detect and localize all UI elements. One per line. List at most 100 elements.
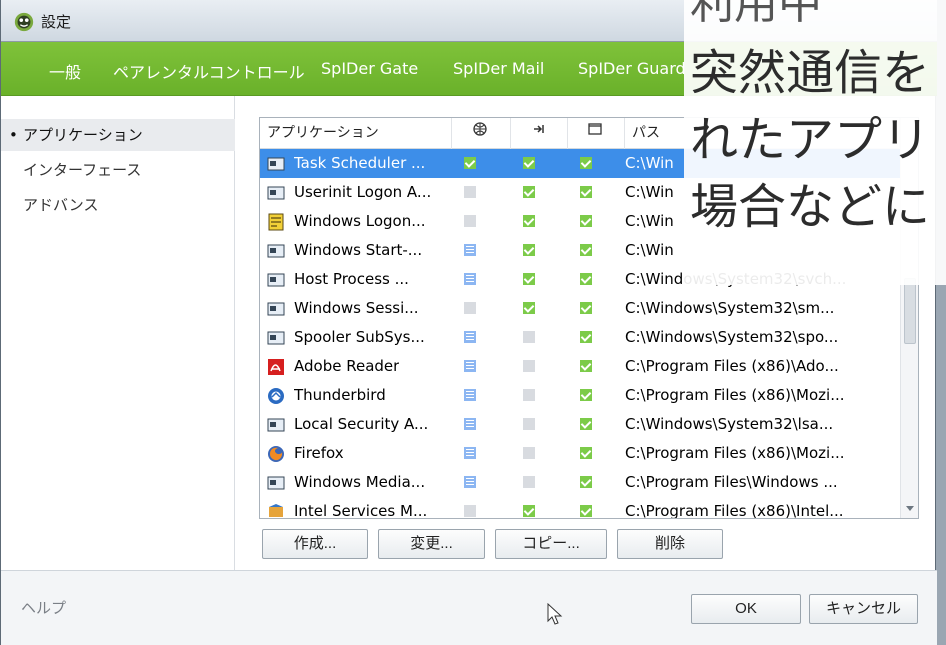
window-permission-checkbox[interactable] [580, 505, 592, 517]
window-permission-checkbox[interactable] [580, 157, 592, 169]
window-permission-checkbox[interactable] [580, 244, 592, 256]
table-row[interactable]: Windows Media... C:\Program Files\Window… [260, 468, 900, 497]
ok-button[interactable]: OK [691, 594, 801, 624]
inbound-permission-checkbox[interactable] [523, 186, 535, 198]
inbound-permission-checkbox[interactable] [523, 302, 535, 314]
screen: 設定 一般 ペアレンタルコントロール SpIDer Gate SpIDer Ma… [0, 0, 946, 645]
window-permission-checkbox[interactable] [580, 418, 592, 430]
overlay-line: 突然通信を [690, 45, 931, 101]
window-permission-checkbox[interactable] [580, 331, 592, 343]
inbound-permission-checkbox[interactable] [523, 244, 535, 256]
window-icon [588, 123, 602, 135]
slide-text-overlay: 利用中 突然通信を れたアプリ 場合などに [684, 0, 946, 285]
copy-button[interactable]: コピー... [495, 529, 607, 559]
table-row[interactable]: Thunderbird C:\Program Files (x86)\Mozi.… [260, 381, 900, 410]
window-permission-checkbox[interactable] [580, 389, 592, 401]
app-path-cell: C:\Windows\System32\lsa... [625, 415, 834, 433]
table-row[interactable]: Windows Sessi... C:\Windows\System32\sm.… [260, 294, 900, 323]
network-rule-list-icon[interactable] [464, 418, 476, 430]
window-app-icon [267, 302, 285, 315]
inbound-permission-checkbox[interactable] [523, 447, 535, 459]
scrollbar-thumb[interactable] [904, 278, 916, 344]
menu-spider-gate[interactable]: SpIDer Gate [321, 59, 418, 78]
sidebar-item-advanced[interactable]: アドバンス [1, 189, 235, 221]
create-button[interactable]: 作成... [262, 529, 368, 559]
column-header-application[interactable]: アプリケーション [260, 118, 452, 149]
network-permission-checkbox[interactable] [464, 157, 476, 169]
app-name-cell: Spooler SubSys... [266, 323, 456, 352]
window-permission-checkbox[interactable] [580, 186, 592, 198]
network-rule-list-icon[interactable] [464, 244, 476, 256]
network-permission-checkbox[interactable] [464, 186, 476, 198]
table-row[interactable]: Adobe Reader C:\Program Files (x86)\Ado.… [260, 352, 900, 381]
inbound-permission-checkbox[interactable] [523, 418, 535, 430]
inbound-permission-checkbox[interactable] [523, 476, 535, 488]
network-permission-checkbox[interactable] [464, 505, 476, 517]
window-permission-checkbox[interactable] [580, 302, 592, 314]
sidebar-item-label: アプリケーション [23, 126, 143, 144]
network-rule-list-icon[interactable] [464, 476, 476, 488]
table-row[interactable]: Local Security A... C:\Windows\System32\… [260, 410, 900, 439]
delete-button[interactable]: 削除 [617, 529, 723, 559]
inbound-permission-checkbox[interactable] [523, 505, 535, 517]
window-permission-checkbox[interactable] [580, 447, 592, 459]
thunderbird-icon [268, 387, 284, 404]
inbound-permission-checkbox[interactable] [523, 331, 535, 343]
network-rule-list-icon[interactable] [464, 331, 476, 343]
app-name-cell: Host Process ... [266, 265, 456, 294]
window-permission-checkbox[interactable] [580, 273, 592, 285]
menu-spider-mail[interactable]: SpIDer Mail [453, 59, 544, 78]
window-app-icon [267, 157, 285, 170]
app-name-cell: Windows Sessi... [266, 294, 456, 323]
sidebar-item-label: アドバンス [23, 196, 99, 214]
inbound-permission-checkbox[interactable] [523, 157, 535, 169]
windows-logon-icon [268, 213, 284, 230]
sidebar-item-applications[interactable]: アプリケーション [1, 119, 235, 151]
table-row[interactable]: Intel Services M... C:\Program Files (x8… [260, 497, 900, 518]
column-header-window[interactable] [568, 118, 625, 149]
change-button[interactable]: 変更... [378, 529, 485, 559]
overlay-line: 利用中 [690, 0, 822, 29]
network-rule-list-icon[interactable] [464, 389, 476, 401]
sidebar-item-label: インターフェース [23, 161, 142, 179]
inbound-permission-checkbox[interactable] [523, 273, 535, 285]
window-app-icon [267, 273, 285, 286]
window-app-icon [267, 476, 285, 489]
column-header-inbound[interactable] [511, 118, 568, 149]
app-name-cell: Thunderbird [266, 381, 456, 410]
firefox-icon [268, 445, 284, 462]
intel-services-icon [269, 503, 283, 517]
column-header-network[interactable] [452, 118, 511, 149]
menu-parental-control[interactable]: ペアレンタルコントロール [113, 59, 305, 83]
network-rule-list-icon[interactable] [464, 360, 476, 372]
help-link[interactable]: ヘルプ [21, 597, 66, 618]
menu-general[interactable]: 一般 [49, 59, 81, 83]
window-permission-checkbox[interactable] [580, 476, 592, 488]
app-name-cell: Windows Logon... [266, 207, 456, 236]
app-name-cell: Adobe Reader [266, 352, 456, 381]
window-permission-checkbox[interactable] [580, 215, 592, 227]
cancel-button[interactable]: キャンセル [809, 594, 918, 624]
network-permission-checkbox[interactable] [464, 302, 476, 314]
network-rule-list-icon[interactable] [464, 447, 476, 459]
sidebar-item-interfaces[interactable]: インターフェース [1, 154, 235, 186]
sidebar: アプリケーション インターフェース アドバンス [1, 96, 235, 570]
arrow-in-icon [534, 125, 544, 133]
table-row[interactable]: Spooler SubSys... C:\Windows\System32\sp… [260, 323, 900, 352]
network-rule-list-icon[interactable] [464, 273, 476, 285]
app-path-cell: C:\Windows\System32\spo... [625, 328, 839, 346]
app-path-cell: C:\Windows\System32\sm... [625, 299, 835, 317]
dr-web-icon [14, 12, 34, 32]
menu-spider-guard[interactable]: SpIDer Guard [578, 59, 686, 78]
inbound-permission-checkbox[interactable] [523, 389, 535, 401]
inbound-permission-checkbox[interactable] [523, 360, 535, 372]
table-row[interactable]: Firefox C:\Program Files (x86)\Mozi... [260, 439, 900, 468]
app-name-cell: Firefox [266, 439, 456, 468]
window-permission-checkbox[interactable] [580, 360, 592, 372]
scroll-down-icon[interactable] [906, 506, 914, 511]
app-name-cell: Intel Services M... [266, 497, 456, 518]
overlay-line: 場合などに [690, 179, 931, 235]
network-icon [473, 122, 487, 136]
network-permission-checkbox[interactable] [464, 215, 476, 227]
inbound-permission-checkbox[interactable] [523, 215, 535, 227]
